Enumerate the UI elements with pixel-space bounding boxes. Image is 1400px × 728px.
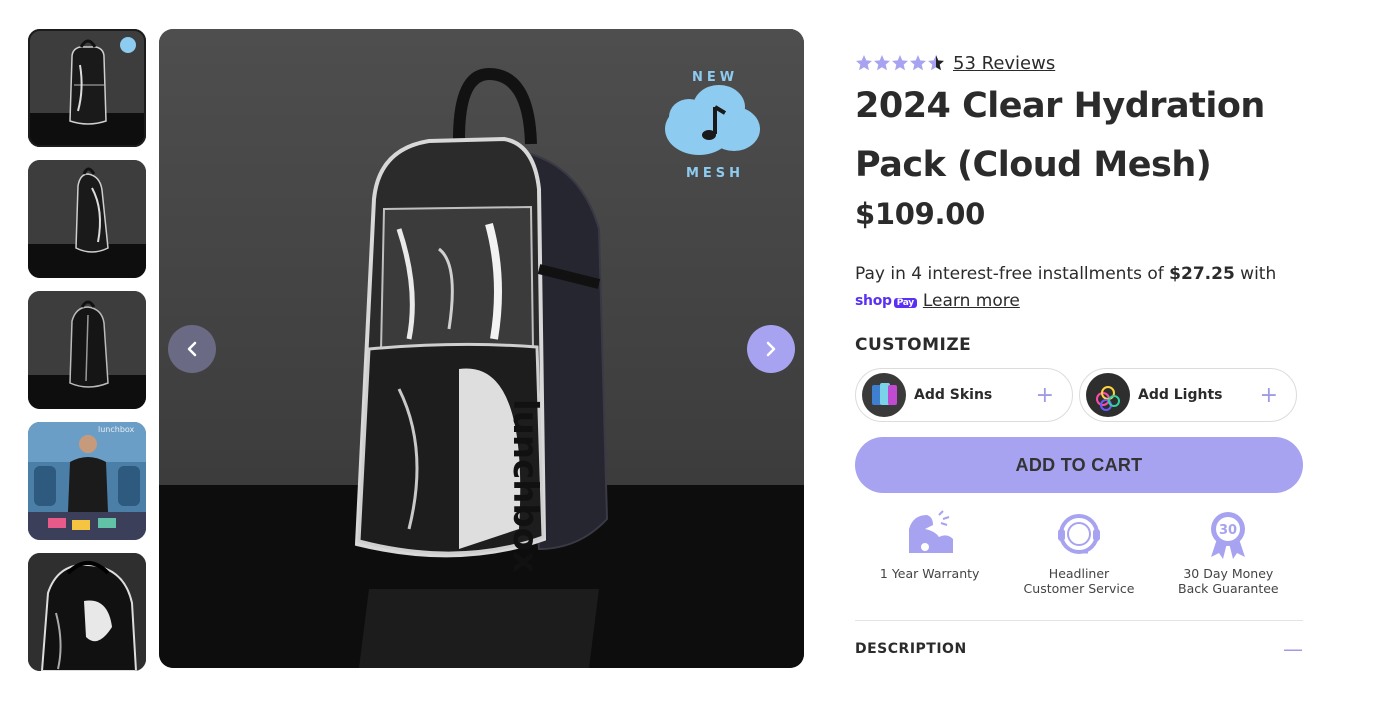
add-to-cart-button[interactable]: ADD TO CART [855, 437, 1303, 493]
description-label: DESCRIPTION [855, 641, 967, 657]
collapse-icon[interactable]: — [1283, 637, 1303, 661]
main-product-image: lunchbox NEW MESH [159, 29, 804, 668]
add-lights-button[interactable]: Add Lights + [1079, 368, 1297, 422]
plus-icon: + [1035, 382, 1054, 408]
thumbnail-video[interactable]: lunchbox [28, 422, 146, 540]
rating-row: 53 Reviews [855, 50, 1303, 76]
star-rating [855, 54, 947, 72]
add-skins-label: Add Skins [914, 387, 993, 403]
add-lights-label: Add Lights [1138, 387, 1223, 403]
addon-options: Add Skins + Add Lights + [855, 368, 1303, 422]
warranty-label: 1 Year Warranty [879, 566, 980, 581]
money-back-label-line2: Back Guarantee [1178, 581, 1279, 596]
description-accordion[interactable]: DESCRIPTION — [855, 637, 1303, 661]
badge-30-icon: 30 [1211, 512, 1246, 559]
flexed-arm-icon [908, 510, 953, 553]
thumbnail-side[interactable] [28, 160, 146, 278]
headset-icon [1057, 514, 1100, 554]
chevron-left-icon [187, 341, 197, 357]
divider [855, 620, 1303, 621]
feature-money-back: 30 30 Day Money Back Guarantee [1154, 508, 1303, 596]
money-back-label-line1: 30 Day Money [1183, 566, 1274, 581]
installments-info: Pay in 4 interest-free installments of $… [855, 261, 1303, 315]
product-title: 2024 Clear Hydration Pack (Cloud Mesh) [855, 77, 1303, 195]
thumb-logo-text: lunchbox [98, 425, 135, 434]
star-icon [856, 55, 872, 71]
thumbnail-front[interactable] [28, 29, 146, 147]
shop-pay-logo: shop Pay [855, 288, 917, 315]
plus-icon: + [1259, 382, 1278, 408]
product-price: $109.00 [855, 197, 985, 231]
customize-heading: CUSTOMIZE [855, 335, 972, 355]
thumbnail-detail[interactable] [28, 553, 146, 671]
installment-amount: $27.25 [1169, 264, 1235, 284]
star-icon [892, 55, 908, 71]
badge-bottom-text: MESH [686, 166, 744, 181]
chevron-right-icon [766, 341, 776, 357]
half-star-icon [928, 55, 944, 71]
add-skins-button[interactable]: Add Skins + [855, 368, 1073, 422]
star-icon [910, 55, 926, 71]
thumbnail-back-angle[interactable] [28, 291, 146, 409]
feature-warranty: 1 Year Warranty [855, 508, 1004, 596]
skins-thumbnail [862, 373, 906, 417]
feature-customer-service: Headliner Customer Service [1004, 508, 1153, 596]
product-info: 53 Reviews 2024 Clear Hydration Pack (Cl… [855, 50, 1303, 661]
learn-more-link[interactable]: Learn more [923, 288, 1020, 315]
installments-prefix: Pay in 4 interest-free installments of [855, 264, 1170, 284]
shop-logo-text: shop [855, 293, 892, 309]
lights-thumbnail [1086, 373, 1130, 417]
reviews-link[interactable]: 53 Reviews [953, 53, 1055, 74]
next-image-button[interactable] [747, 325, 795, 373]
previous-image-button[interactable] [168, 325, 216, 373]
service-label-line1: Headliner [1048, 566, 1110, 581]
badge-top-text: NEW [692, 70, 738, 85]
product-title-line2: Pack (Cloud Mesh) [855, 145, 1212, 185]
installments-suffix: with [1234, 264, 1277, 284]
shop-pay-badge: Pay [893, 298, 917, 308]
thumbnail-gallery: lunchbox [28, 29, 146, 684]
star-icon [874, 55, 890, 71]
backpack-illustration: lunchbox NEW MESH [159, 29, 804, 668]
bag-brand-text: lunchbox [505, 399, 545, 573]
service-label-line2: Customer Service [1023, 581, 1135, 596]
feature-highlights: 1 Year Warranty Headliner Customer Servi… [855, 508, 1303, 596]
svg-text:30: 30 [1219, 523, 1237, 538]
product-title-line1: 2024 Clear Hydration [855, 86, 1265, 126]
